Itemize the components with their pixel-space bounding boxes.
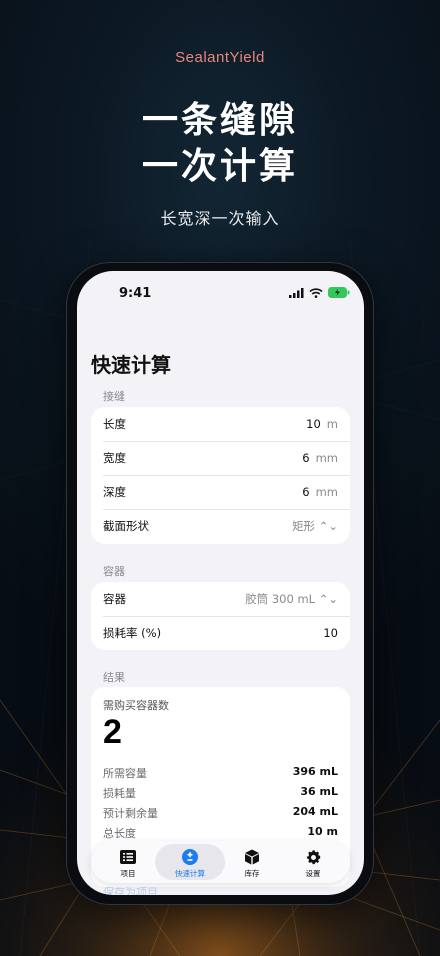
result-value: 396 mL	[292, 765, 338, 778]
headline-line-2: 一次计算	[141, 146, 298, 187]
result-value: 36 mL	[300, 785, 338, 798]
box-icon	[245, 849, 259, 865]
length-row[interactable]: 长度 10 m	[103, 407, 338, 441]
tab-bar: 项目 快速计算 库存 设置	[91, 841, 350, 883]
section-label-container: 容器	[103, 565, 125, 578]
width-label: 宽度	[103, 451, 126, 465]
container-select[interactable]: 胶筒 300 mL ⌃⌄	[245, 591, 338, 607]
container-card: 容器 胶筒 300 mL ⌃⌄ 损耗率 (%) 10	[91, 582, 350, 650]
depth-value[interactable]: 6	[302, 485, 309, 499]
result-row-required: 所需容量 396 mL	[103, 765, 338, 783]
width-row[interactable]: 宽度 6 mm	[103, 441, 338, 475]
shape-label: 截面形状	[103, 519, 149, 533]
joint-card: 长度 10 m 宽度 6 mm 深度 6 mm 截面形状 矩形 ⌃⌄	[91, 407, 350, 544]
tab-label: 快速计算	[175, 869, 205, 878]
result-label: 损耗量	[103, 787, 136, 800]
container-count: 2	[103, 713, 122, 751]
length-value[interactable]: 10	[306, 417, 321, 431]
headline: 一条缝隙 一次计算	[0, 98, 440, 190]
container-row[interactable]: 容器 胶筒 300 mL ⌃⌄	[103, 582, 338, 616]
result-row-waste: 损耗量 36 mL	[103, 785, 338, 803]
gear-icon	[306, 849, 320, 864]
shape-row[interactable]: 截面形状 矩形 ⌃⌄	[103, 509, 338, 543]
plus-minus-icon	[182, 849, 198, 865]
app-screen: 9:41 快速计算 接缝 长度 10 m 宽度 6 mm 深度 6 mm 截面形…	[77, 271, 364, 895]
tab-settings[interactable]: 设置	[282, 844, 344, 880]
brand-name: SealantYield	[175, 49, 265, 66]
waste-rate-label: 损耗率 (%)	[103, 626, 162, 640]
depth-row[interactable]: 深度 6 mm	[103, 475, 338, 509]
container-label: 容器	[103, 592, 126, 606]
headline-line-1: 一条缝隙	[141, 100, 298, 141]
tagline: 长宽深一次输入	[160, 209, 280, 228]
width-unit: mm	[315, 451, 338, 465]
depth-unit: mm	[315, 485, 338, 499]
result-value: 204 mL	[292, 805, 338, 818]
length-label: 长度	[103, 417, 126, 431]
tab-label: 设置	[305, 869, 321, 878]
battery-icon	[328, 287, 350, 298]
tab-quick-calc[interactable]: 快速计算	[155, 844, 225, 880]
tab-label: 项目	[120, 869, 136, 878]
tab-projects[interactable]: 项目	[97, 844, 159, 880]
save-project-link[interactable]: 保存为项目	[103, 884, 158, 895]
page-title: 快速计算	[91, 353, 171, 377]
status-time: 9:41	[119, 286, 152, 301]
waste-rate-value[interactable]: 10	[323, 626, 338, 640]
length-unit: m	[326, 417, 338, 431]
tab-label: 库存	[244, 869, 260, 878]
status-icons	[289, 287, 350, 298]
result-row-leftover: 预计剩余量 204 mL	[103, 805, 338, 823]
list-icon	[120, 850, 136, 864]
tab-inventory[interactable]: 库存	[221, 844, 283, 880]
wifi-icon	[309, 287, 323, 298]
signal-icon	[289, 287, 304, 298]
section-label-joint: 接缝	[103, 390, 125, 403]
result-label: 所需容量	[103, 767, 147, 780]
shape-select[interactable]: 矩形 ⌃⌄	[292, 518, 338, 534]
waste-rate-row[interactable]: 损耗率 (%) 10	[103, 616, 338, 650]
depth-label: 深度	[103, 485, 126, 499]
status-bar: 9:41	[77, 284, 364, 304]
section-label-results: 结果	[103, 671, 125, 684]
phone-frame: 9:41 快速计算 接缝 长度 10 m 宽度 6 mm 深度 6 mm 截面形…	[66, 262, 374, 905]
results-title: 需购买容器数	[103, 699, 169, 712]
width-value[interactable]: 6	[302, 451, 309, 465]
result-label: 预计剩余量	[103, 807, 158, 820]
